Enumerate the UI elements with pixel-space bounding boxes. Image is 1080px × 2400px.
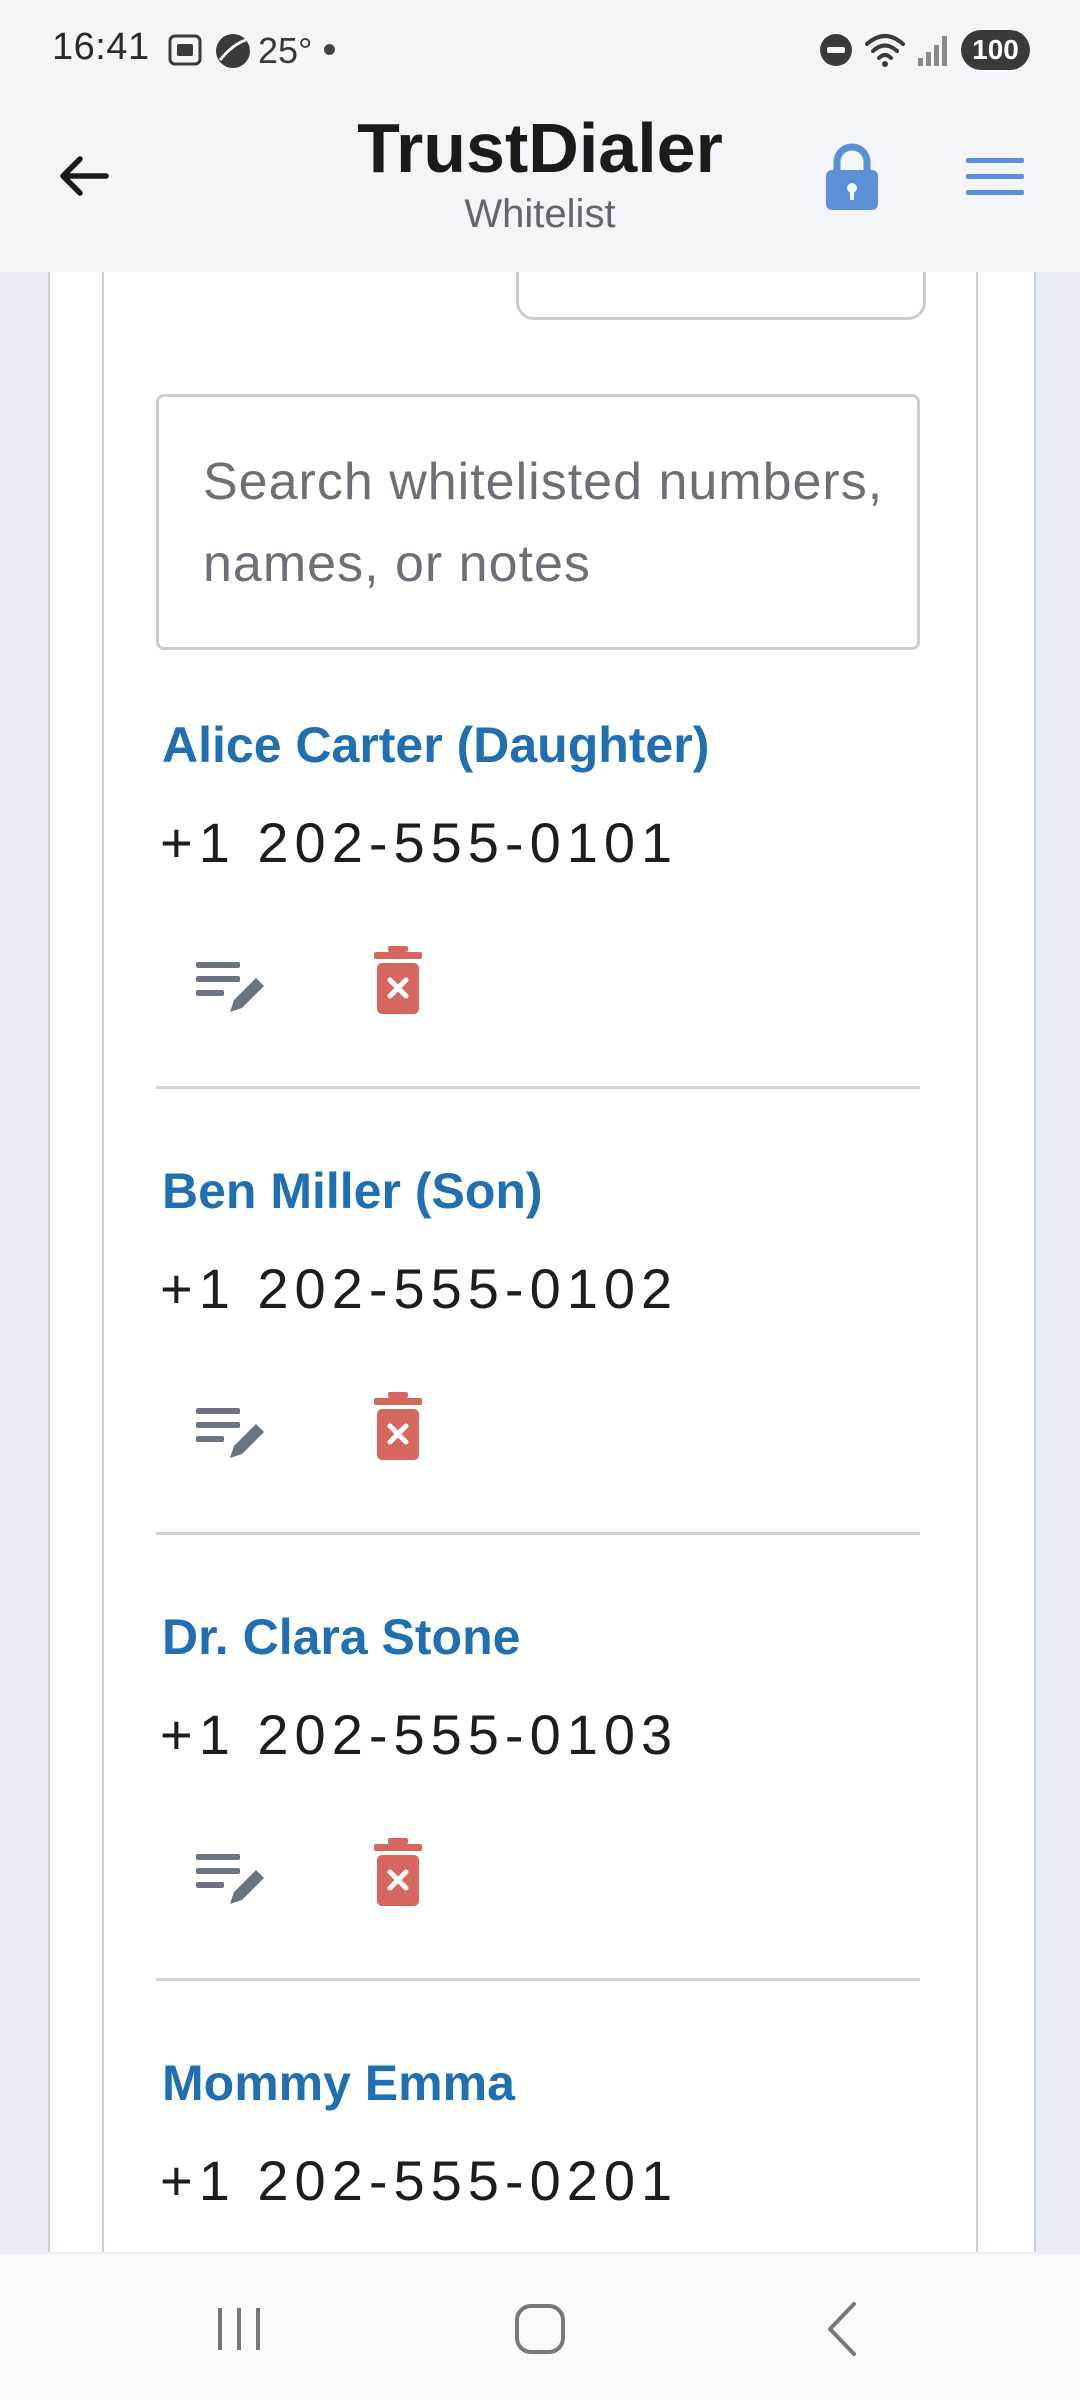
hamburger-menu-icon [966, 158, 1024, 195]
delete-icon [374, 1392, 422, 1460]
delete-button[interactable] [372, 1390, 424, 1462]
contact-name: Ben Miller (Son) [162, 1163, 543, 1219]
lock-button[interactable] [822, 140, 882, 212]
edit-note-icon [196, 962, 264, 1012]
search-field[interactable]: Search whitelisted numbers, names, or no… [156, 394, 920, 650]
battery-indicator: 100 [961, 30, 1030, 70]
recent-apps-icon [218, 2308, 260, 2350]
wifi-icon [865, 34, 905, 67]
delete-button[interactable] [372, 1836, 424, 1908]
notification-dot [324, 44, 335, 55]
contact-number: +1 202-555-0103 [160, 1703, 679, 1766]
do-not-disturb-icon [820, 34, 852, 66]
temperature-label: 25° [258, 30, 313, 71]
lock-icon [826, 143, 878, 210]
edit-note-icon [196, 1854, 264, 1904]
divider [156, 1978, 920, 1981]
delete-icon [374, 1838, 422, 1906]
contact-number: +1 202-555-0102 [160, 1257, 679, 1320]
edit-button[interactable] [194, 1844, 270, 1912]
edit-button[interactable] [194, 1398, 270, 1466]
app-header: TrustDialer Whitelist [0, 100, 1080, 272]
recent-apps-button[interactable] [204, 2294, 274, 2364]
divider [156, 1532, 920, 1535]
contact-number: +1 202-555-0101 [160, 811, 679, 874]
system-back-button[interactable] [808, 2294, 878, 2364]
weather-icon [216, 34, 250, 68]
edit-note-icon [196, 1408, 264, 1458]
contact-name: Dr. Clara Stone [162, 1609, 521, 1665]
home-icon [515, 2304, 565, 2354]
search-input[interactable]: Search whitelisted numbers, names, or no… [203, 441, 893, 605]
home-button[interactable] [505, 2294, 575, 2364]
edit-button[interactable] [194, 952, 270, 1020]
delete-button[interactable] [372, 944, 424, 1016]
menu-button[interactable] [964, 154, 1026, 200]
signal-icon [918, 36, 947, 66]
contact-name: Alice Carter (Daughter) [162, 717, 710, 773]
screenshot-icon [168, 34, 202, 66]
page-subtitle: Whitelist [464, 192, 616, 236]
system-navigation-bar [0, 2254, 1080, 2400]
contact-name: Mommy Emma [162, 2055, 515, 2111]
status-bar: 16:41 25° 100 [0, 0, 1080, 100]
status-time: 16:41 [52, 26, 150, 68]
contact-number: +1 202-555-0201 [160, 2149, 679, 2212]
chevron-left-icon [828, 2302, 856, 2356]
delete-icon [374, 946, 422, 1014]
app-title: TrustDialer [357, 109, 723, 187]
divider [156, 1086, 920, 1089]
